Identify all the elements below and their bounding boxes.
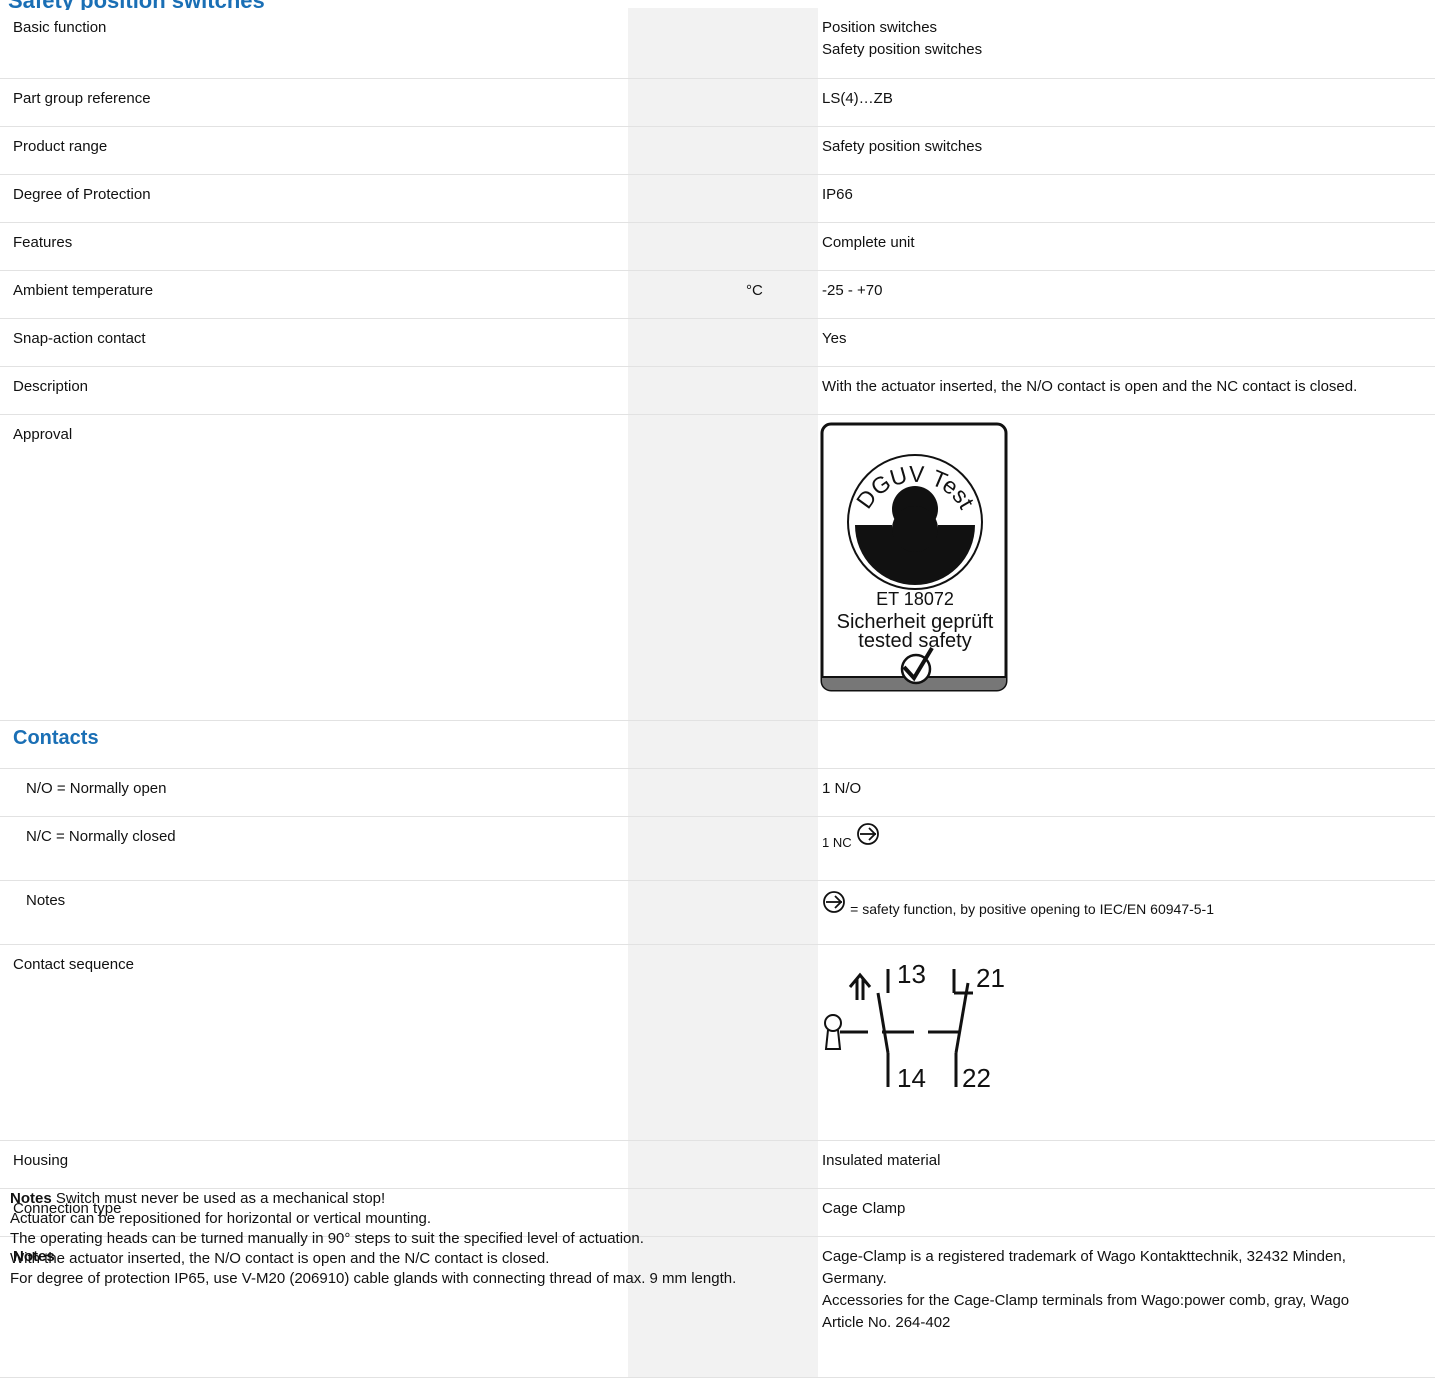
table-row: Basic function Position switches Safety … <box>0 8 1435 79</box>
row-value: Complete unit <box>818 222 1435 271</box>
table-row: Degree of Protection IP66 <box>0 174 1435 223</box>
key-actuator-icon <box>824 1014 842 1050</box>
table-row: Snap-action contact Yes <box>0 318 1435 367</box>
row-label: Product range <box>0 126 628 175</box>
footer-note-line: For degree of protection IP65, use V-M20… <box>10 1270 737 1287</box>
row-value: Position switches Safety position switch… <box>818 8 1435 79</box>
footer-note-line: Actuator can be repositioned for horizon… <box>10 1210 432 1227</box>
terminal-13: 13 <box>897 959 926 989</box>
row-label: Contact sequence <box>0 944 628 1141</box>
table-row: Ambient temperature °C -25 - +70 <box>0 270 1435 319</box>
terminal-21: 21 <box>976 963 1005 993</box>
row-label: Degree of Protection <box>0 174 628 223</box>
row-value: With the actuator inserted, the N/O cont… <box>818 366 1435 415</box>
row-value: IP66 <box>818 174 1435 223</box>
row-value: DGUV Test ET 18072 Sicherheit geprüft te… <box>818 414 1435 721</box>
footer-notes: Notes Switch must never be used as a mec… <box>10 1189 1410 1289</box>
row-value: Safety position switches <box>818 126 1435 175</box>
table-row: Notes = safety function, by positive ope… <box>0 880 1435 945</box>
row-value: Insulated material <box>818 1140 1435 1189</box>
badge-number: ET 18072 <box>876 589 954 609</box>
table-row: Contact sequence 13 14 21 22 <box>0 944 1435 1141</box>
table-row: Contacts <box>0 720 1435 769</box>
table-row: Housing Insulated material <box>0 1140 1435 1189</box>
row-unit: °C <box>741 270 818 319</box>
row-label: Approval <box>0 414 628 721</box>
row-label: Basic function <box>0 8 628 79</box>
spec-table: Basic function Position switches Safety … <box>0 8 1435 1378</box>
row-value: 1 N/O <box>818 768 1435 817</box>
table-row: Features Complete unit <box>0 222 1435 271</box>
table-row: N/O = Normally open 1 N/O <box>0 768 1435 817</box>
terminal-22: 22 <box>962 1063 991 1093</box>
row-value: LS(4)…ZB <box>818 78 1435 127</box>
footer-note-line: The operating heads can be turned manual… <box>10 1230 644 1247</box>
row-value: 1 NC <box>818 816 1435 881</box>
table-row: Part group reference LS(4)…ZB <box>0 78 1435 127</box>
row-label: N/C = Normally closed <box>0 816 628 881</box>
contact-sequence-diagram: 13 14 21 22 <box>824 959 1005 1093</box>
table-row: Product range Safety position switches <box>0 126 1435 175</box>
table-row: Description With the actuator inserted, … <box>0 366 1435 415</box>
row-value: Yes <box>818 318 1435 367</box>
footer-notes-label: Notes <box>10 1190 52 1207</box>
footer-note-line: With the actuator inserted, the N/O cont… <box>10 1250 550 1267</box>
positive-opening-icon <box>823 891 845 913</box>
row-value: -25 - +70 <box>818 270 1435 319</box>
terminal-14: 14 <box>897 1063 926 1093</box>
row-label: Ambient temperature <box>0 270 628 319</box>
row-value: 13 14 21 22 <box>818 944 1435 1141</box>
row-label: Snap-action contact <box>0 318 628 367</box>
dguv-test-badge: DGUV Test ET 18072 Sicherheit geprüft te… <box>820 422 1008 692</box>
row-label: Features <box>0 222 628 271</box>
row-label: Description <box>0 366 628 415</box>
row-value: = safety function, by positive opening t… <box>818 880 1435 945</box>
row-label: Part group reference <box>0 78 628 127</box>
row-label: Notes <box>0 880 628 945</box>
table-row: Approval DGUV Test ET 18072 Sicherheit g… <box>0 414 1435 721</box>
row-label: N/O = Normally open <box>0 768 628 817</box>
row-label: Housing <box>0 1140 628 1189</box>
positive-opening-icon <box>856 823 879 845</box>
table-row: N/C = Normally closed 1 NC <box>0 816 1435 881</box>
contacts-section-title: Contacts <box>0 720 628 769</box>
badge-line2: tested safety <box>858 630 971 652</box>
